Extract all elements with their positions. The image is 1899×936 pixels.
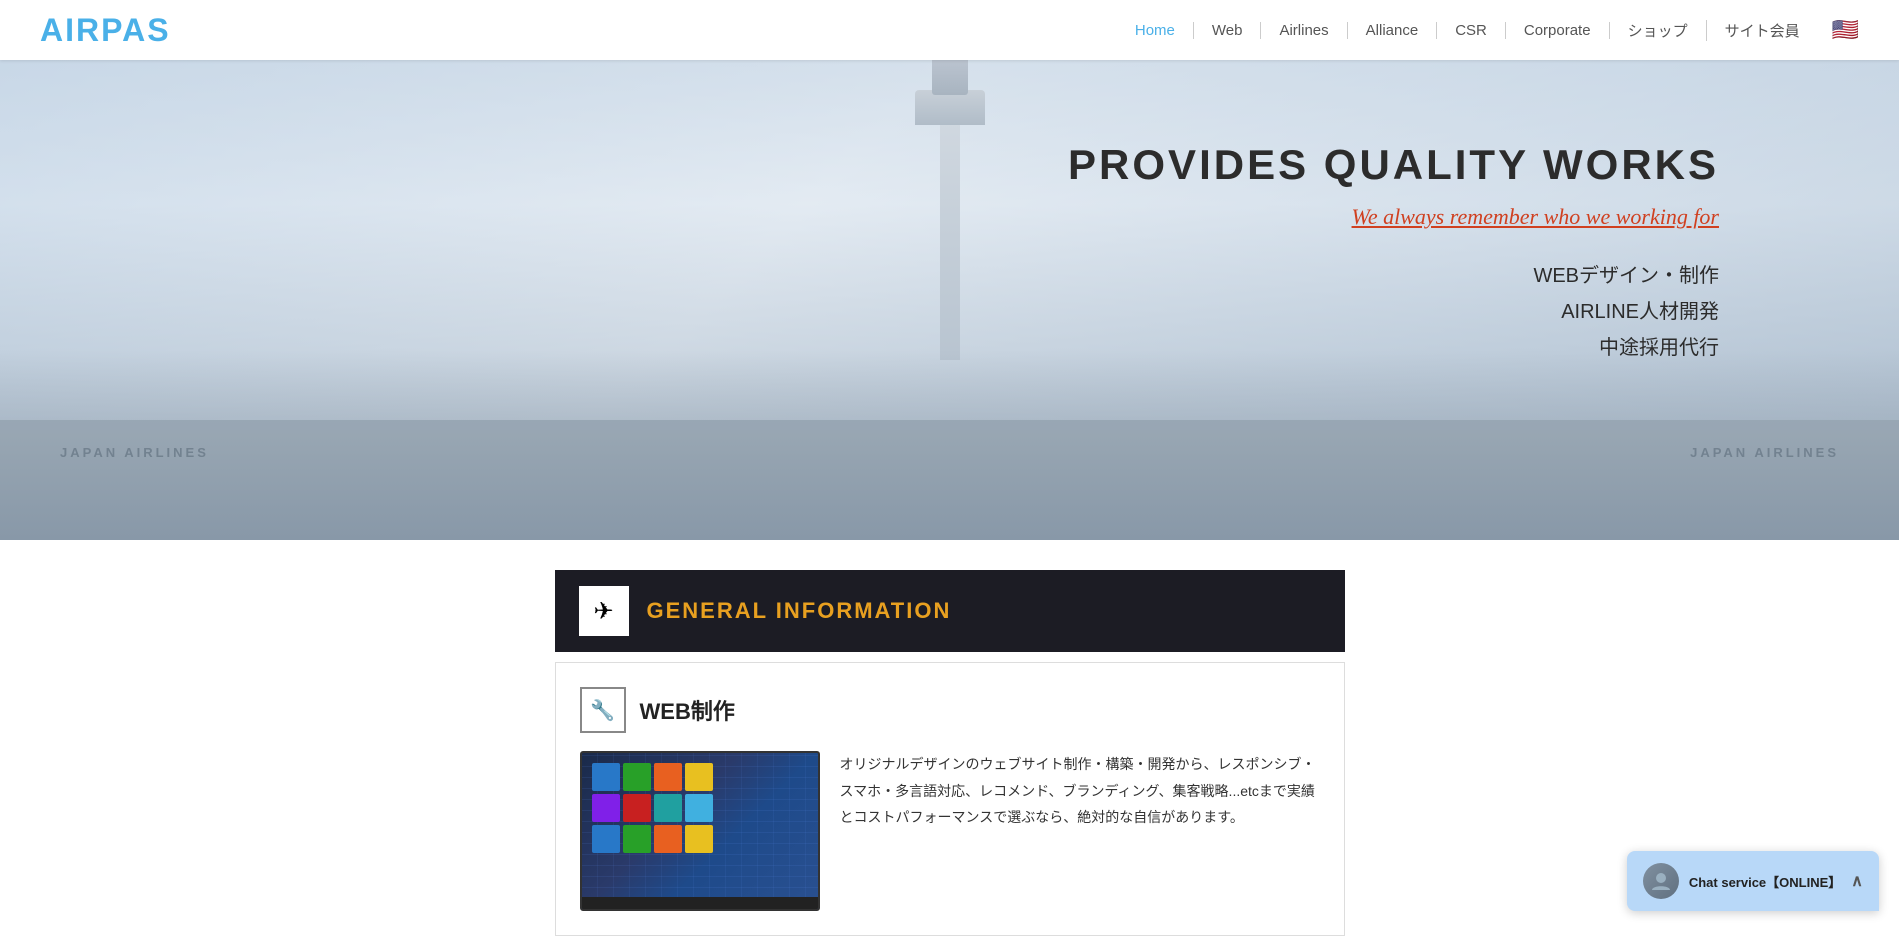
general-info-bar: ✈ GENERAL INFORMATION — [555, 570, 1345, 652]
language-flag[interactable]: 🇺🇸 — [1832, 17, 1859, 43]
tile-9 — [592, 825, 620, 853]
hero-subtitle: We always remember who we working for — [1068, 204, 1719, 230]
nav-csr[interactable]: CSR — [1437, 22, 1506, 39]
tile-11 — [654, 825, 682, 853]
chat-avatar — [1643, 863, 1679, 899]
tile-10 — [623, 825, 651, 853]
tile-12 — [685, 825, 713, 853]
airline-label-right: JAPAN AIRLINES — [1690, 445, 1839, 460]
nav-web[interactable]: Web — [1194, 22, 1262, 39]
tile-5 — [592, 794, 620, 822]
hero-section: JAPAN AIRLINES JAPAN AIRLINES PROVIDES Q… — [0, 60, 1899, 540]
nav-alliance[interactable]: Alliance — [1348, 22, 1438, 39]
tile-7 — [654, 794, 682, 822]
runway-area — [0, 420, 1899, 540]
web-section-header: 🔧 WEB制作 — [580, 687, 1320, 733]
web-icon-box: 🔧 — [580, 687, 626, 733]
hero-service-2: AIRLINE人材開発 — [1068, 294, 1719, 330]
nav-corporate[interactable]: Corporate — [1506, 22, 1610, 39]
tile-1 — [592, 763, 620, 791]
tile-2 — [623, 763, 651, 791]
tower-silhouette — [940, 120, 960, 360]
gi-icon-box: ✈ — [579, 586, 629, 636]
tile-3 — [654, 763, 682, 791]
site-header: AIRPAS Home Web Airlines Alliance CSR Co… — [0, 0, 1899, 60]
nav-airlines[interactable]: Airlines — [1261, 22, 1347, 39]
chat-label: Chat service【ONLINE】 — [1689, 872, 1841, 891]
chat-widget[interactable]: Chat service【ONLINE】 ∧ — [1627, 851, 1879, 911]
general-info-title: GENERAL INFORMATION — [647, 598, 952, 624]
web-content-layout: オリジナルデザインのウェブサイト制作・構築・開発から、レスポンシブ・スマホ・多言… — [580, 751, 1320, 911]
nav-home[interactable]: Home — [1117, 22, 1194, 39]
web-description: オリジナルデザインのウェブサイト制作・構築・開発から、レスポンシブ・スマホ・多言… — [840, 751, 1320, 911]
nav-member[interactable]: サイト会員 — [1707, 20, 1818, 41]
tile-4 — [685, 763, 713, 791]
wrench-icon: 🔧 — [590, 698, 615, 723]
hero-title: PROVIDES QUALITY WORKS — [1068, 140, 1719, 190]
site-logo[interactable]: AIRPAS — [40, 12, 171, 49]
app-tiles — [592, 763, 713, 853]
content-card: 🔧 WEB制作 オリジナルデザインのウェブサイト制作・構築・開発か — [555, 662, 1345, 936]
hero-services: WEBデザイン・制作 AIRLINE人材開発 中途採用代行 — [1068, 258, 1719, 366]
hero-content: PROVIDES QUALITY WORKS We always remembe… — [1068, 140, 1719, 366]
hero-service-1: WEBデザイン・制作 — [1068, 258, 1719, 294]
main-nav: Home Web Airlines Alliance CSR Corporate… — [1117, 17, 1859, 43]
web-section-title: WEB制作 — [640, 694, 735, 726]
laptop-image — [580, 751, 820, 911]
plane-icon: ✈ — [593, 597, 613, 626]
nav-shop[interactable]: ショップ — [1610, 20, 1707, 41]
airline-label-left: JAPAN AIRLINES — [60, 445, 209, 460]
hero-service-3: 中途採用代行 — [1068, 330, 1719, 366]
tile-6 — [623, 794, 651, 822]
chat-close-icon[interactable]: ∧ — [1851, 871, 1863, 891]
tile-8 — [685, 794, 713, 822]
